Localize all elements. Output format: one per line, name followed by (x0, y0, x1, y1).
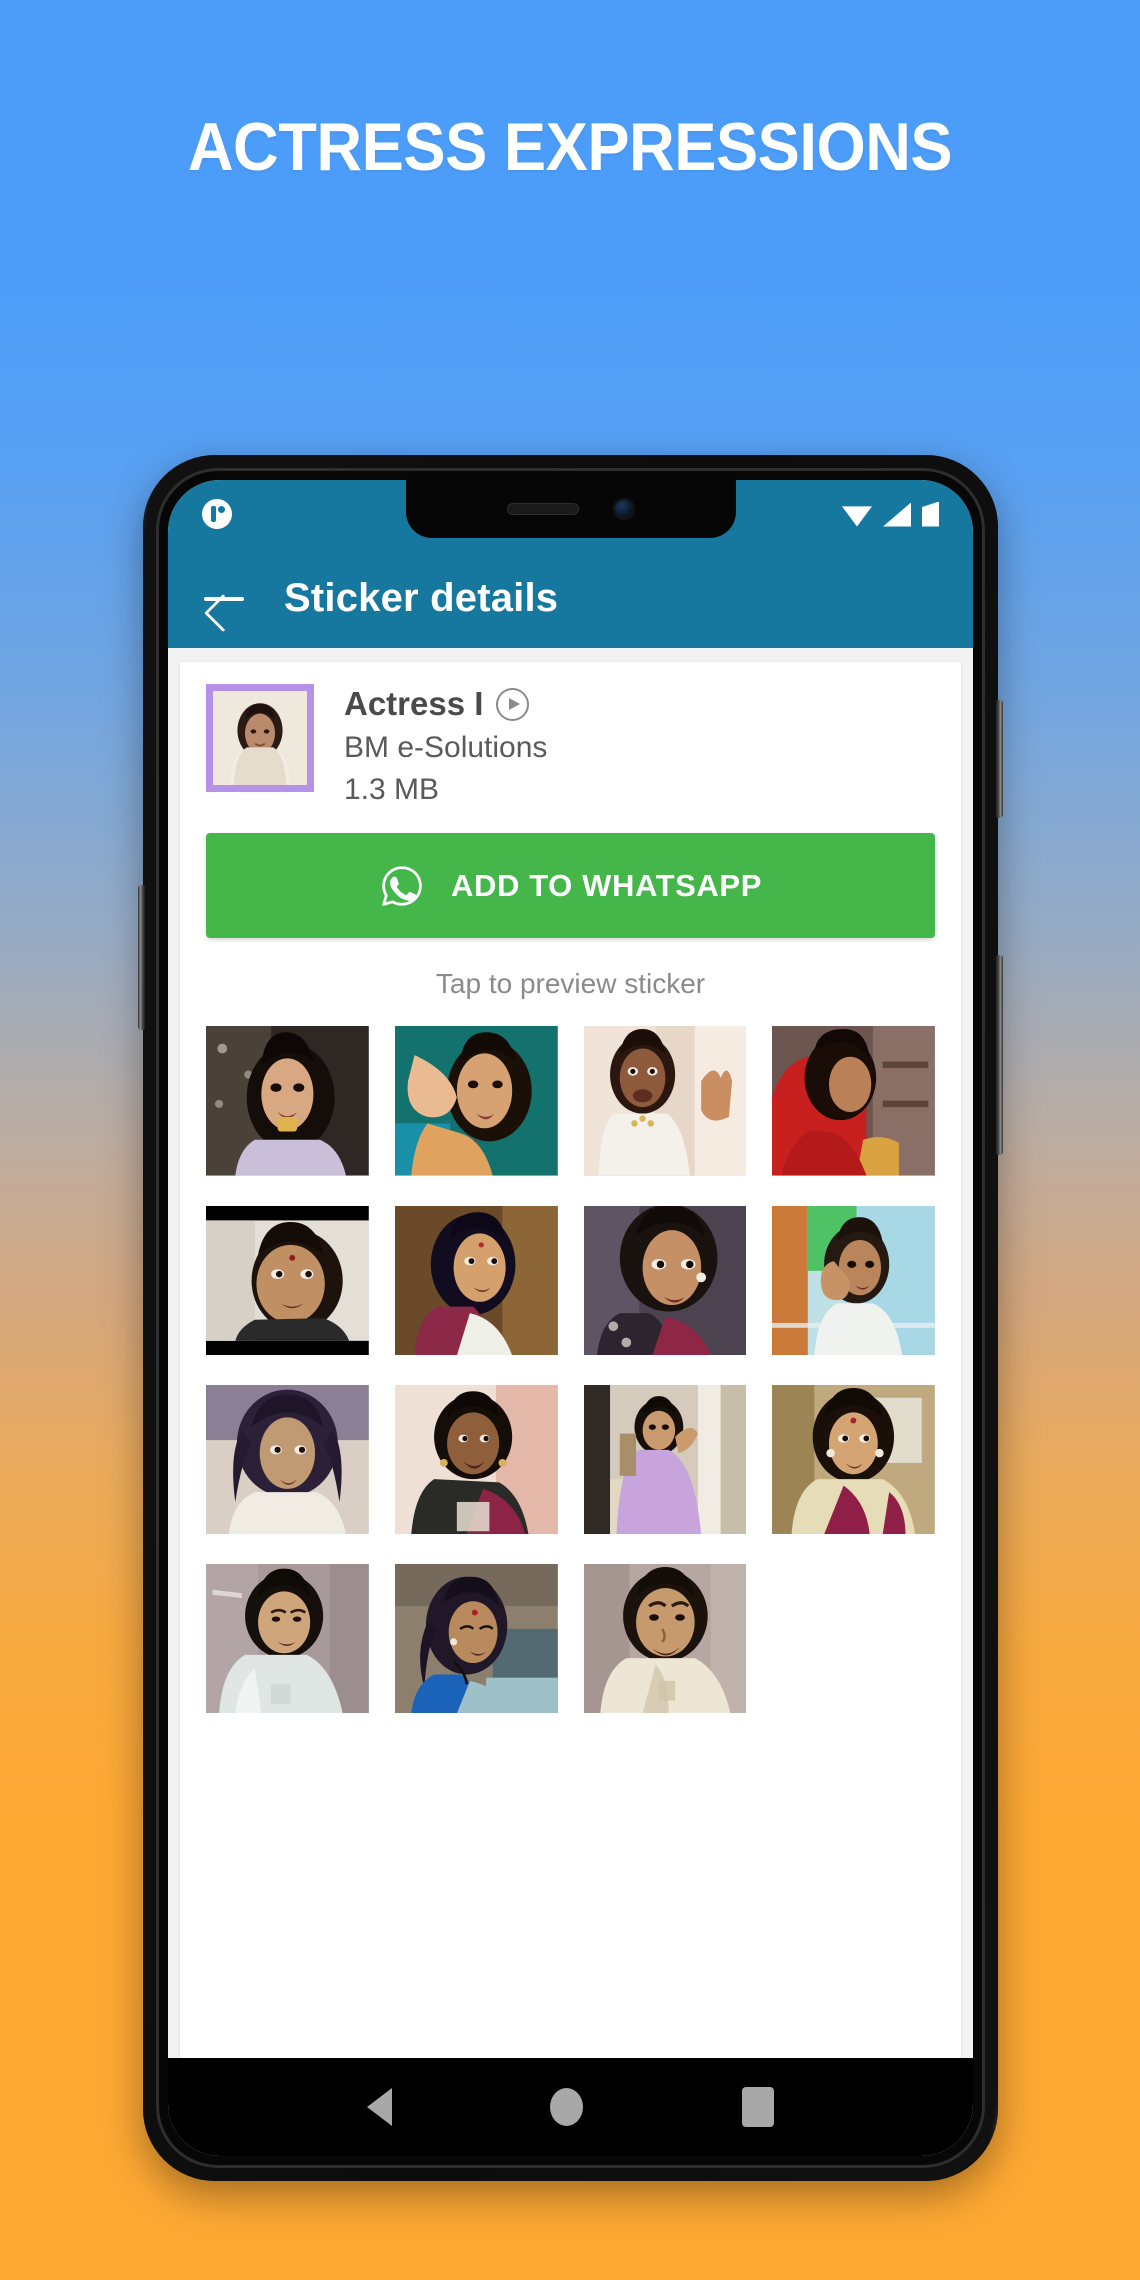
sticker-image (583, 1564, 747, 1714)
content-area: Actress I BM e-Solutions 1.3 MB ADD TO W… (168, 648, 973, 2058)
sticker-thumb[interactable] (394, 1384, 558, 1535)
sticker-thumb[interactable] (772, 1384, 935, 1535)
battery-icon (922, 501, 939, 527)
android-nav-bar (168, 2058, 973, 2156)
volume-button[interactable] (995, 955, 1003, 1155)
back-arrow-icon[interactable] (202, 576, 246, 620)
sticker-image (206, 1026, 369, 1176)
sticker-thumb[interactable] (206, 1205, 369, 1355)
status-bar-left (202, 499, 232, 529)
sticker-details-card: Actress I BM e-Solutions 1.3 MB ADD TO W… (180, 662, 961, 2058)
sticker-thumb[interactable] (206, 1384, 369, 1535)
preview-hint-text: Tap to preview sticker (435, 968, 706, 1000)
sticker-image (583, 1384, 747, 1535)
sticker-thumb[interactable] (206, 1026, 369, 1176)
earpiece-speaker (506, 503, 579, 515)
nav-home-button[interactable] (550, 2088, 584, 2126)
wifi-icon (842, 506, 872, 527)
status-bar-right (842, 501, 939, 527)
app-bar: Sticker details (168, 548, 973, 648)
sticker-thumb[interactable] (206, 1564, 369, 1714)
nav-back-button[interactable] (367, 2088, 393, 2126)
sticker-image (206, 1205, 369, 1355)
sticker-thumb[interactable] (394, 1026, 558, 1176)
sticker-thumb[interactable] (772, 1026, 935, 1176)
whatsapp-icon (382, 866, 422, 906)
nav-recents-button[interactable] (741, 2087, 774, 2127)
sticker-image (772, 1026, 935, 1176)
sticker-image (394, 1026, 558, 1176)
sticker-image (206, 1564, 369, 1714)
pack-thumbnail-image (213, 691, 307, 785)
sticker-thumb[interactable] (583, 1205, 747, 1355)
sticker-image (394, 1205, 558, 1355)
sticker-image (583, 1026, 747, 1176)
sticker-thumb[interactable] (394, 1564, 558, 1714)
front-camera (612, 498, 635, 520)
sticker-image (394, 1564, 558, 1714)
pack-title-row: Actress I (344, 685, 547, 722)
sticker-image (206, 1384, 369, 1535)
sticker-thumb[interactable] (583, 1026, 747, 1176)
pack-size: 1.3 MB (344, 773, 440, 807)
sticker-image (772, 1384, 935, 1535)
sticker-thumb[interactable] (394, 1205, 558, 1355)
cellular-signal-icon (883, 502, 911, 527)
pack-thumbnail[interactable] (206, 684, 314, 792)
phone-mockup: Sticker details Actress I BM e-Solutions… (138, 455, 1003, 2181)
sticker-thumb[interactable] (583, 1384, 747, 1535)
phone-notch (405, 480, 736, 538)
power-button[interactable] (995, 700, 1003, 818)
alert-slider-button[interactable] (138, 885, 146, 1030)
play-circle-icon[interactable] (496, 687, 530, 721)
status-bar (168, 480, 973, 548)
pack-meta: Actress I BM e-Solutions 1.3 MB (344, 684, 547, 807)
sticker-image (583, 1205, 747, 1355)
sticker-image (394, 1384, 558, 1535)
phone-screen: Sticker details Actress I BM e-Solutions… (168, 480, 973, 2156)
add-to-whatsapp-button[interactable]: ADD TO WHATSAPP (206, 833, 935, 939)
app-bar-title: Sticker details (284, 575, 559, 620)
sticker-grid (206, 1026, 935, 1714)
sticker-pack-info: Actress I BM e-Solutions 1.3 MB (206, 684, 935, 807)
pack-title: Actress I (344, 685, 484, 722)
add-to-whatsapp-label: ADD TO WHATSAPP (451, 867, 762, 903)
pack-publisher: BM e-Solutions (344, 731, 548, 765)
sticker-thumb[interactable] (583, 1564, 747, 1714)
app-logo-icon (202, 499, 232, 529)
page-title: ACTRESS EXPRESSIONS (187, 109, 953, 185)
sticker-thumb[interactable] (772, 1205, 935, 1355)
sticker-image (772, 1205, 935, 1355)
